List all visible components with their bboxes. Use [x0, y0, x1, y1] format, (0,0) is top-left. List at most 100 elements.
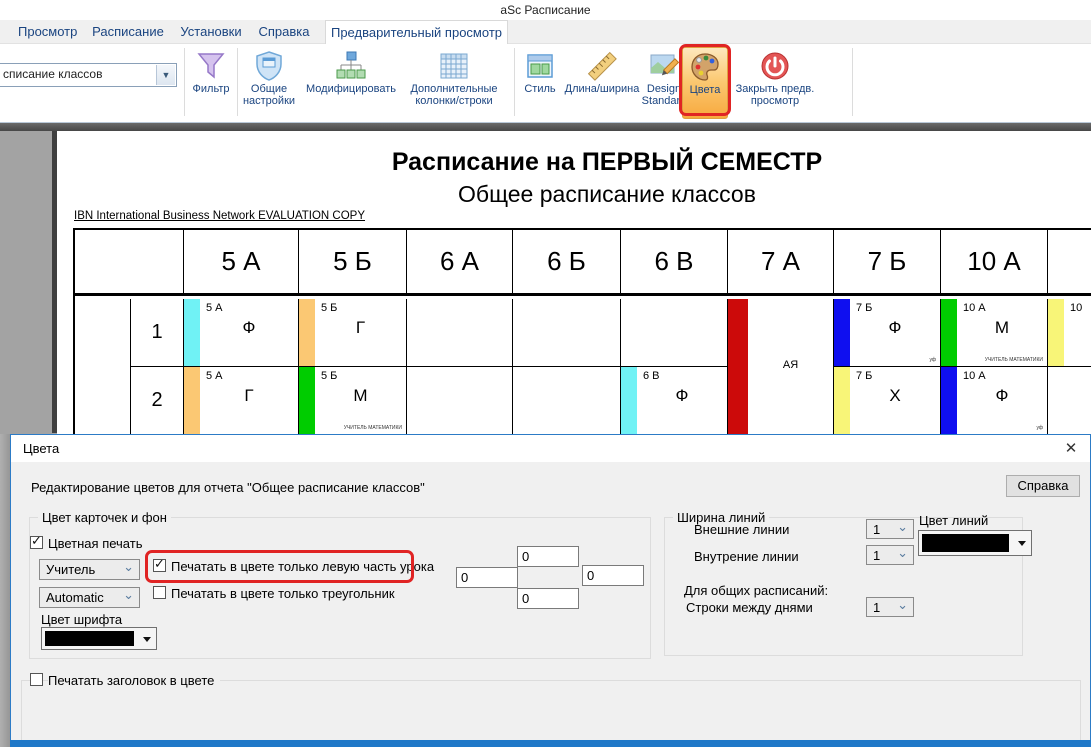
- lesson-subject: М: [957, 318, 1047, 338]
- triangle-only-checkbox[interactable]: [153, 586, 166, 599]
- color-print-checkbox[interactable]: ✓: [30, 536, 43, 549]
- lesson-color-stripe: [1048, 299, 1064, 366]
- checkmark-icon: ✓: [31, 533, 42, 549]
- margin-bottom-field[interactable]: [517, 588, 579, 609]
- lesson-cell: 10 АФуф: [941, 367, 1048, 435]
- lesson-cell: [513, 367, 621, 435]
- outer-lines-combobox[interactable]: 1 ⌄: [866, 519, 914, 539]
- style-button[interactable]: Стиль: [517, 47, 563, 119]
- evaluation-watermark: IBN International Business Network EVALU…: [74, 210, 365, 222]
- report-selector-combobox[interactable]: списание классов ▼: [0, 63, 177, 87]
- margin-top-field[interactable]: [517, 546, 579, 567]
- color-by-combobox[interactable]: Учитель ⌄: [39, 559, 140, 580]
- colors-dialog: Цвета ✕ Редактирование цветов для отчета…: [10, 434, 1091, 747]
- outer-lines-label: Внешние линии: [694, 522, 789, 537]
- ribbon-separator: [184, 48, 185, 116]
- lesson-class-tag: 10: [1070, 302, 1082, 314]
- dialog-title: Цвета: [23, 441, 59, 456]
- lesson-color-stripe: [834, 299, 850, 366]
- lesson-class-tag: 5 А: [206, 370, 223, 382]
- design-picture-icon: [648, 50, 680, 82]
- line-color-label: Цвет линий: [919, 513, 988, 528]
- class-header-label: 6 В: [621, 246, 727, 277]
- timetable-header-cell: 6 Б: [513, 230, 621, 296]
- asc-timetables-window: aSc Расписание Просмотр Расписание Устан…: [0, 0, 1091, 747]
- tab-ustanovki[interactable]: Установки: [178, 20, 244, 44]
- length-width-button[interactable]: Длина/ширина: [563, 47, 641, 119]
- left-part-only-label: Печатать в цвете только левую часть урок…: [171, 559, 434, 574]
- tab-spravka[interactable]: Справка: [256, 20, 312, 44]
- report-subtitle: Общее расписание классов: [57, 181, 1091, 208]
- checkmark-icon: ✓: [154, 556, 165, 572]
- help-button[interactable]: Справка: [1006, 475, 1080, 497]
- close-preview-power-icon: [759, 50, 791, 82]
- ruler-icon: [586, 50, 618, 82]
- lesson-color-stripe: [184, 299, 200, 366]
- timetable-header-cell: 10: [1048, 230, 1091, 296]
- modify-button[interactable]: Модифицировать: [299, 47, 403, 119]
- lesson-cell: [1048, 367, 1091, 435]
- class-header-label: 7 А: [728, 246, 833, 277]
- dialog-titlebar[interactable]: Цвета ✕: [11, 435, 1090, 462]
- margin-left-field[interactable]: [456, 567, 518, 588]
- lesson-cell: 10 АМУЧИТЕЛЬ МАТЕМАТИКИ: [941, 299, 1048, 367]
- lesson-class-tag: 5 Б: [321, 370, 337, 382]
- period-cell: 1: [131, 299, 184, 367]
- line-color-picker[interactable]: [918, 530, 1032, 556]
- chevron-down-icon: ⌄: [123, 587, 134, 603]
- lesson-teacher-note: уф: [1036, 425, 1043, 431]
- chevron-down-icon[interactable]: ▼: [156, 65, 175, 85]
- inner-lines-combobox[interactable]: 1 ⌄: [866, 545, 914, 565]
- report-selector-value: списание классов: [3, 67, 102, 81]
- general-settings-button[interactable]: Общие настройки: [240, 47, 298, 119]
- class-header-label: 6 А: [407, 246, 512, 277]
- timetable-header-cell: 5 А: [184, 230, 299, 296]
- lesson-cell: 7 Б Х: [834, 367, 941, 435]
- card-colors-group-legend: Цвет карточек и фон: [38, 510, 171, 525]
- ribbon-separator: [852, 48, 853, 116]
- inner-lines-label: Внутрение линии: [694, 549, 799, 564]
- tab-raspisanie[interactable]: Расписание: [92, 20, 164, 44]
- extra-columns-grid-icon: [438, 50, 470, 82]
- font-color-picker[interactable]: [41, 627, 157, 650]
- left-part-only-checkbox[interactable]: ✓: [153, 559, 166, 572]
- extra-columns-button[interactable]: Дополнительные колонки/строки: [404, 47, 504, 119]
- lesson-teacher-note: УЧИТЕЛЬ МАТЕМАТИКИ: [344, 425, 402, 431]
- timetable-header-cell: 7 Б: [834, 230, 941, 296]
- lesson-class-tag: 7 Б: [856, 370, 872, 382]
- lesson-cell: 5 БГ: [299, 299, 407, 367]
- between-days-combobox[interactable]: 1 ⌄: [866, 597, 914, 617]
- lesson-class-tag: 7 Б: [856, 302, 872, 314]
- lesson-subject: М: [315, 386, 406, 406]
- lesson-color-stripe: [834, 367, 850, 434]
- desktop-strip: [0, 434, 10, 747]
- lesson-teacher-note: УЧИТЕЛЬ МАТЕМАТИКИ: [985, 357, 1043, 363]
- tab-preview-active[interactable]: Предварительный просмотр: [325, 20, 508, 45]
- dialog-description: Редактирование цветов для отчета "Общее …: [31, 480, 425, 495]
- filter-funnel-icon: [195, 50, 227, 82]
- period-number: 1: [131, 321, 183, 344]
- lesson-subject: Г: [315, 318, 406, 338]
- timetable-header-cell: 5 Б: [299, 230, 407, 296]
- close-preview-button[interactable]: Закрыть предв. просмотр: [731, 47, 819, 119]
- dialog-bottom-accent: [10, 740, 1091, 747]
- timetable-header-cell: 6 А: [407, 230, 513, 296]
- class-header-label: 5 Б: [299, 246, 406, 277]
- lesson-cell: [513, 299, 621, 367]
- header-color-checkbox-face[interactable]: [30, 673, 43, 686]
- style-window-icon: [524, 50, 556, 82]
- timetable-grid: 5 А5 Б6 А6 Б6 В7 А7 Б10 А1015 АФ5 БГАЯ7 …: [73, 228, 1091, 438]
- margin-right-field[interactable]: [582, 565, 644, 586]
- tab-prosmotr[interactable]: Просмотр: [18, 20, 76, 44]
- class-header-label: 10: [1048, 246, 1091, 277]
- lesson-color-stripe: [184, 367, 200, 434]
- filter-button[interactable]: Фильтр: [188, 47, 234, 119]
- lesson-subject: Х: [850, 386, 940, 406]
- lesson-color-stripe: [728, 299, 748, 440]
- window-title: aSc Расписание: [500, 3, 590, 17]
- automatic-combobox[interactable]: Automatic ⌄: [39, 587, 140, 608]
- chevron-down-icon: ⌄: [123, 559, 134, 575]
- close-icon[interactable]: ✕: [1061, 439, 1081, 459]
- colors-button[interactable]: Цвета: [682, 47, 728, 119]
- lesson-center-text: АЯ: [748, 359, 833, 371]
